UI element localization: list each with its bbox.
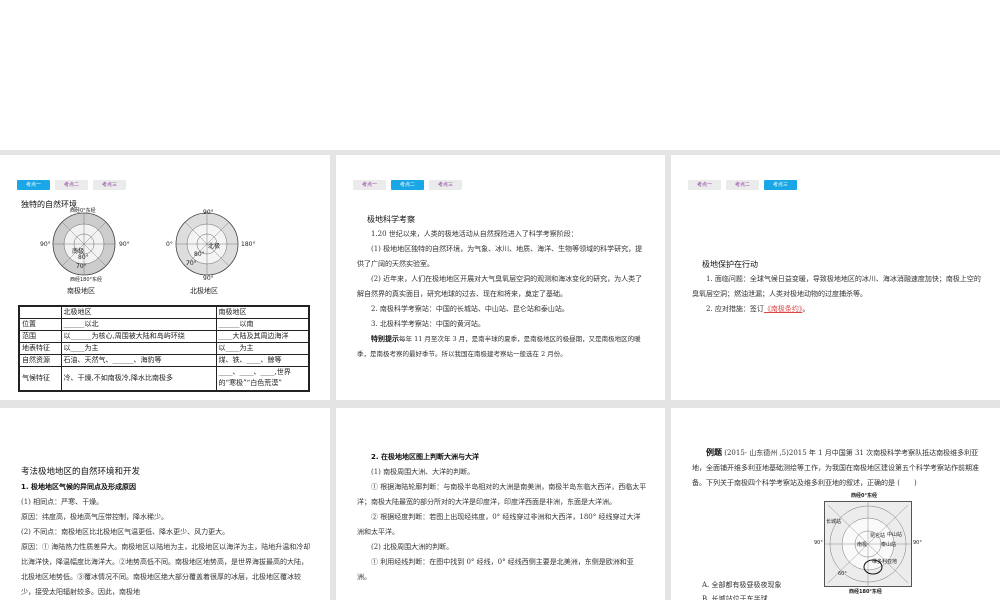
- map-label: 90°: [203, 275, 214, 282]
- cell: ______以北: [60, 318, 217, 331]
- map-label: 0°: [166, 241, 173, 248]
- paragraph: (2) 北极周围大洲的判断。: [371, 543, 454, 551]
- comparison-table: 北极地区 南极地区 位置 ______以北 ______以南 范围 以______为核心…: [18, 305, 310, 392]
- tab-point-1[interactable]: 考点一: [688, 180, 721, 190]
- cell: 以____为主: [215, 342, 310, 355]
- row-label: 地表特征: [18, 342, 62, 355]
- paragraph: 原因：纬度高，极地高气压带控制，降水稀少。: [21, 513, 168, 521]
- paragraph: (2) 不同点：南极地区比北极地区气温更低、降水更少、风力更大。: [21, 528, 230, 536]
- cell: 冷、干燥,不如南极冷,降水比南极多: [60, 366, 217, 391]
- table-row: 气候特征 冷、干燥,不如南极冷,降水比南极多 ____、____、____,世界的“…: [18, 366, 310, 391]
- map-label: 90°: [203, 209, 214, 216]
- tab-point-2[interactable]: 考点二: [55, 180, 88, 190]
- cell: 煤、铁、____、鲸等: [215, 354, 310, 367]
- map-label: 180°: [241, 241, 256, 248]
- question-text: (2015· 山东德州 ,5)2015 年 1 月中国第 31 次南极科学考察队…: [692, 449, 979, 487]
- paragraph: ① 利用经线判断：在图中找到 0° 经线，0° 经线西侧主要是北美洲，东侧是欧洲…: [357, 558, 634, 581]
- map-label: 西经0°东经: [851, 493, 877, 499]
- paragraph: 3. 北极科学考察站：中国的黄河站。: [371, 320, 485, 328]
- slide-example-question[interactable]: 例题 (2015· 山东德州 ,5)2015 年 1 月中国第 31 次南极科学…: [671, 408, 1000, 600]
- row-label: 范围: [18, 330, 62, 343]
- map-label: 90°: [913, 540, 922, 546]
- map-caption: 北极地区: [190, 287, 218, 295]
- table-row: 位置 ______以北 ______以南: [18, 318, 310, 331]
- map-label: 长城站: [826, 519, 842, 525]
- table-header: 南极地区: [215, 305, 310, 319]
- tab-point-1[interactable]: 考点一: [17, 180, 50, 190]
- option-b[interactable]: B. 长城站位于东半球: [702, 592, 768, 600]
- map-label: 西经0°东经: [70, 208, 96, 214]
- paragraph: (1) 相同点：严寒、干燥。: [21, 498, 104, 506]
- section-title: 极地保护在行动: [702, 260, 758, 269]
- table-header: [18, 305, 62, 319]
- row-label: 气候特征: [18, 366, 62, 391]
- map-label: 90°: [40, 241, 51, 248]
- paragraph: (1) 南极周围大洲、大洋的判断。: [371, 468, 475, 476]
- map-label: 70°: [76, 263, 87, 270]
- tab-point-3[interactable]: 考点三: [764, 180, 797, 190]
- table-row: 自然资源 石油、天然气、______、海豹等 煤、铁、____、鲸等: [18, 354, 310, 367]
- paragraph: 1. 面临问题：全球气候日益变暖，导致极地地区的冰川、海冰消融速度加快；南极上空…: [692, 275, 981, 298]
- section-title: 极地科学考察: [367, 215, 415, 224]
- cell: ____大陆及其周边海洋: [215, 330, 310, 343]
- map-label: 90°: [814, 540, 823, 546]
- subheading: 1. 极地地区气候的异同点及形成原因: [21, 483, 136, 491]
- section-title: 独特的自然环境: [21, 200, 77, 209]
- tab-point-2[interactable]: 考点二: [391, 180, 424, 190]
- slide-exam-method[interactable]: 考法极地地区的自然环境和开发 1. 极地地区气候的异同点及形成原因 (1) 相同…: [0, 408, 330, 600]
- paragraph: 1.20 世纪以来，人类的极地活动从自然探险进入了科学考察阶段：: [371, 230, 578, 238]
- map-label: 泰山站: [881, 542, 897, 548]
- subheading: 2. 在极地地区图上判断大洲与大洋: [371, 453, 479, 461]
- map-label: 70°: [186, 260, 197, 267]
- map-label: 北极: [208, 243, 221, 250]
- table-row: 范围 以______为核心,周围被大陆和岛屿环绕 ____大陆及其周边海洋: [18, 330, 310, 343]
- tab-point-3[interactable]: 考点三: [93, 180, 126, 190]
- tab-point-1[interactable]: 考点一: [353, 180, 386, 190]
- option-a[interactable]: A. 全部都有极昼极夜现象: [702, 578, 782, 593]
- answer-text: 《南极条约》: [763, 305, 803, 313]
- map-label: 西经180°东经: [70, 277, 103, 283]
- cell: 以______为核心,周围被大陆和岛屿环绕: [60, 330, 217, 343]
- paragraph: ① 根据海陆轮廓判断：与南极半岛相对的大洲是南美洲，南极半岛东临大西洋，西临太平…: [357, 483, 647, 506]
- map-label: 南极: [857, 542, 868, 548]
- tab-point-3[interactable]: 考点三: [429, 180, 462, 190]
- slide-polar-research[interactable]: 考点一 考点二 考点三 极地科学考察 1.20 世纪以来，人类的极地活动从自然探…: [336, 155, 665, 400]
- example-label: 例题: [706, 448, 722, 457]
- map-label: 80°: [78, 254, 89, 261]
- map-label: 90°: [119, 241, 130, 248]
- paragraph: 2. 南极科学考察站：中国的长城站、中山站、昆仑站和泰山站。: [371, 305, 569, 313]
- punctuation: 。: [802, 305, 810, 313]
- cell: 以____为主: [60, 342, 217, 355]
- north-pole-map: [175, 212, 239, 276]
- tab-point-2[interactable]: 考点二: [726, 180, 759, 190]
- paragraph: 原因：① 海陆热力性质差异大。南极地区以陆地为主，北极地区以海洋为主，陆地升温和…: [21, 543, 311, 596]
- cell: ______以南: [215, 318, 310, 331]
- map-label: 维多利亚地: [872, 559, 898, 565]
- map-label: 60°: [838, 571, 847, 577]
- slide-polar-protection[interactable]: 考点一 考点二 考点三 极地保护在行动 1. 面临问题：全球气候日益变暖，导致极…: [671, 155, 1000, 400]
- table-row: 地表特征 以____为主 以____为主: [18, 342, 310, 355]
- tip-text: 每年 11 月至次年 3 月，是南半球的夏季，是南极地区的极昼期，又是南极地区的…: [357, 335, 641, 358]
- paragraph: (2) 近年来，人们在极地地区开展对大气臭氧层空洞的观测和海冰变化的研究，为人类…: [357, 275, 643, 298]
- cell: 石油、天然气、______、海豹等: [60, 354, 217, 367]
- paragraph: (1) 极地地区独特的自然环境，为气象、冰川、地质、海洋、生物等领域的科学研究，…: [357, 245, 643, 268]
- cell: ____、____、____,世界的“寒极”“白色荒漠”: [215, 366, 310, 391]
- section-title: 考法极地地区的自然环境和开发: [21, 467, 141, 477]
- blank-top-area: [0, 0, 1000, 150]
- paragraph: ② 根据经度判断：若图上出现经纬度，0° 经线穿过非洲和大西洋，180° 经线穿…: [357, 513, 641, 536]
- slide-natural-environment[interactable]: 考点一 考点二 考点三 独特的自然环境 西经0°东经 90° 90° 南极 80…: [0, 155, 330, 400]
- slide-map-judgement[interactable]: 2. 在极地地区图上判断大洲与大洋 (1) 南极周围大洲、大洋的判断。 ① 根据…: [336, 408, 665, 600]
- map-label: 80°: [194, 251, 205, 258]
- table-header: 北极地区: [60, 305, 217, 319]
- row-label: 位置: [18, 318, 62, 331]
- map-label: 西经180°东经: [849, 589, 882, 595]
- paragraph: 2. 应对措施：签订: [706, 305, 764, 313]
- row-label: 自然资源: [18, 354, 62, 367]
- tip-label: 特别提示: [371, 335, 399, 343]
- map-caption: 南极地区: [67, 287, 95, 295]
- map-label: 中山站: [887, 532, 903, 538]
- map-label: 昆仑站: [870, 533, 886, 539]
